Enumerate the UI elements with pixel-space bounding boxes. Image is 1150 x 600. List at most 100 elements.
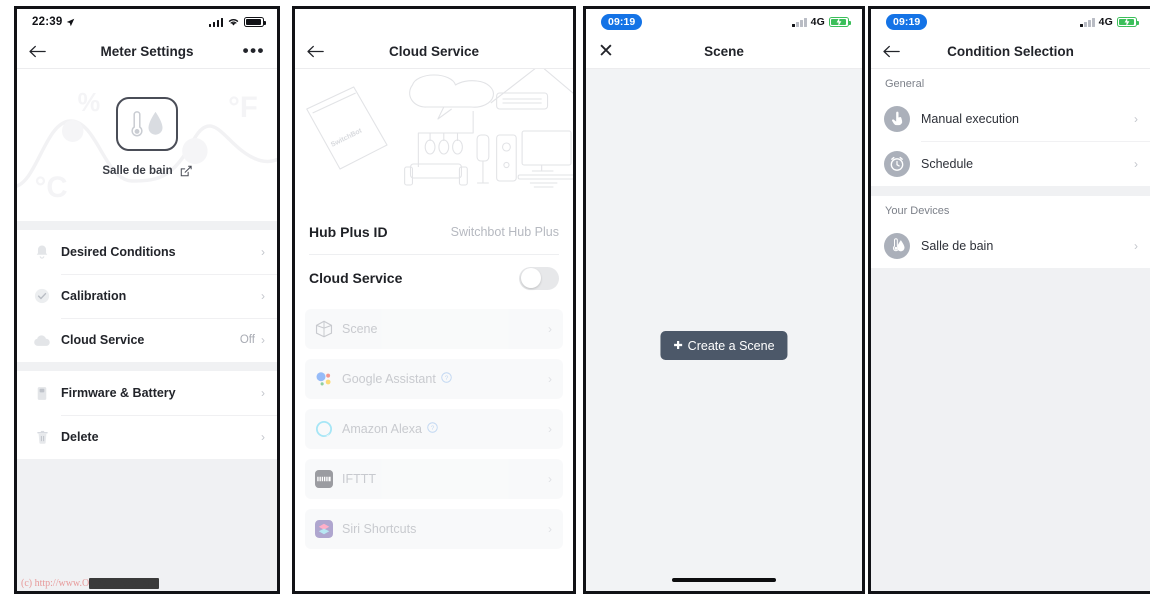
thermometer-icon [131, 111, 143, 137]
hub-plus-id-label: Hub Plus ID [309, 224, 388, 240]
back-button-p1[interactable] [29, 45, 46, 58]
watermark-visible-part: (c) http://www.O [21, 578, 90, 589]
screen-body-p3: ✚ Create a Scene [586, 69, 862, 591]
row-value: Off [239, 334, 255, 346]
charging-bolt-icon [1124, 17, 1130, 27]
phone-panel-meter-settings: 22:39 Meter Settings ••• °C % °F Salle d… [14, 6, 280, 594]
row-label: Delete [61, 430, 99, 444]
location-arrow-icon [67, 18, 75, 26]
close-icon: ✕ [598, 41, 614, 62]
status-bar-p4: 09:19 4G [871, 9, 1150, 35]
svg-text:°F: °F [228, 91, 258, 124]
service-item-scene[interactable]: Scene › [305, 309, 563, 349]
service-label: Google Assistant [342, 372, 436, 386]
service-label: Scene [342, 322, 378, 336]
chevron-right-icon: › [548, 372, 552, 386]
screen-body-p1: °C % °F Salle de bain Desired Conditions… [17, 69, 277, 591]
help-question-icon[interactable]: ? [441, 370, 452, 388]
bell-icon [31, 244, 53, 260]
cellular-icon [1080, 17, 1095, 27]
page-title-p4: Condition Selection [947, 44, 1074, 59]
amazon-alexa-icon [315, 420, 333, 438]
service-label: IFTTT [342, 472, 377, 486]
back-button-p2[interactable] [307, 45, 324, 58]
more-options-button[interactable]: ••• [243, 42, 265, 59]
chevron-right-icon: › [548, 422, 552, 436]
google-assistant-icon [316, 372, 331, 386]
group-divider [871, 186, 1150, 196]
battery-firmware-icon [31, 385, 53, 402]
status-time: 22:39 [32, 16, 63, 28]
network-type-label: 4G [810, 16, 825, 28]
back-button-p4[interactable] [883, 45, 900, 58]
row-desired-conditions[interactable]: Desired Conditions › [17, 230, 277, 274]
recording-time-pill: 09:19 [886, 14, 928, 30]
chevron-right-icon: › [548, 522, 552, 536]
screenshot-root: 22:39 Meter Settings ••• °C % °F Salle d… [0, 0, 1150, 600]
siri-shortcuts-icon [315, 520, 333, 538]
row-cloud-service[interactable]: Cloud Service Off › [17, 318, 277, 362]
check-circle-icon [31, 288, 53, 304]
page-title-p3: Scene [704, 44, 744, 59]
row-delete[interactable]: Delete › [17, 415, 277, 459]
chevron-right-icon: › [548, 322, 552, 336]
row-label: Firmware & Battery [61, 386, 176, 400]
navbar-p4: Condition Selection [871, 35, 1150, 69]
group-general: General Manual execution › Schedule › [871, 69, 1150, 186]
row-label: Cloud Service [61, 333, 145, 347]
device-thumbnail [116, 97, 178, 151]
trash-icon [31, 429, 53, 445]
chevron-right-icon: › [1134, 238, 1138, 253]
recording-time-pill: 09:19 [601, 14, 643, 30]
screen-body-p4: General Manual execution › Schedule › Yo… [871, 69, 1150, 591]
chevron-right-icon: › [261, 289, 265, 303]
chevron-right-icon: › [261, 245, 265, 259]
group-header-your-devices: Your Devices [885, 205, 950, 217]
edit-pencil-icon[interactable] [180, 165, 192, 177]
phone-panel-cloud-service: Cloud Service SwitchBot Hub Plus ID Swit… [292, 6, 576, 594]
wifi-icon [228, 19, 239, 26]
help-question-icon[interactable]: ? [427, 420, 438, 438]
smart-home-line-art: SwitchBot [306, 69, 573, 188]
cellular-icon [208, 17, 223, 27]
back-arrow-icon [307, 45, 324, 58]
svg-text:SwitchBot: SwitchBot [330, 127, 364, 149]
status-bar-p1: 22:39 [17, 9, 277, 35]
cloud-service-toggle[interactable] [519, 266, 559, 290]
service-label: Siri Shortcuts [342, 522, 417, 536]
row-firmware-battery[interactable]: Firmware & Battery › [17, 371, 277, 415]
condition-label: Schedule [921, 156, 974, 171]
chevron-right-icon: › [1134, 111, 1138, 126]
service-item-google-assistant[interactable]: Google Assistant ? › [305, 359, 563, 399]
alarm-clock-icon [884, 150, 910, 177]
plus-icon: ✚ [673, 340, 683, 352]
page-title-p1: Meter Settings [100, 44, 194, 59]
condition-device-salle-de-bain[interactable]: Salle de bain › [871, 223, 1150, 268]
svg-text:?: ? [431, 425, 435, 432]
hub-plus-id-row[interactable]: Hub Plus ID Switchbot Hub Plus [295, 209, 573, 255]
row-label: Desired Conditions [61, 245, 176, 259]
service-item-siri-shortcuts[interactable]: Siri Shortcuts › [305, 509, 563, 549]
back-arrow-icon [29, 45, 46, 58]
service-item-amazon-alexa[interactable]: Amazon Alexa ? › [305, 409, 563, 449]
group-header-general: General [885, 78, 925, 90]
home-indicator [672, 578, 776, 582]
service-item-ifttt[interactable]: IFTTT › [305, 459, 563, 499]
chevron-right-icon: › [1134, 156, 1138, 171]
cloud-service-toggle-row[interactable]: Cloud Service [295, 255, 573, 301]
close-button-p3[interactable]: ✕ [598, 42, 614, 61]
condition-manual-execution[interactable]: Manual execution › [871, 96, 1150, 141]
service-list: Scene › Google Assistant ? › Amazon Alex… [295, 301, 573, 549]
chevron-right-icon: › [261, 333, 265, 347]
chevron-right-icon: › [261, 386, 265, 400]
toggle-knob [520, 268, 541, 288]
watermark-redacted: bjetsConnectes.fr [89, 578, 159, 589]
condition-schedule[interactable]: Schedule › [871, 141, 1150, 186]
back-arrow-icon [883, 45, 900, 58]
chevron-right-icon: › [261, 430, 265, 444]
condition-label: Manual execution [921, 111, 1019, 126]
cloud-illustration: SwitchBot [295, 69, 573, 209]
row-calibration[interactable]: Calibration › [17, 274, 277, 318]
create-a-scene-button[interactable]: ✚ Create a Scene [660, 331, 788, 360]
hub-plus-id-value: Switchbot Hub Plus [450, 225, 559, 239]
